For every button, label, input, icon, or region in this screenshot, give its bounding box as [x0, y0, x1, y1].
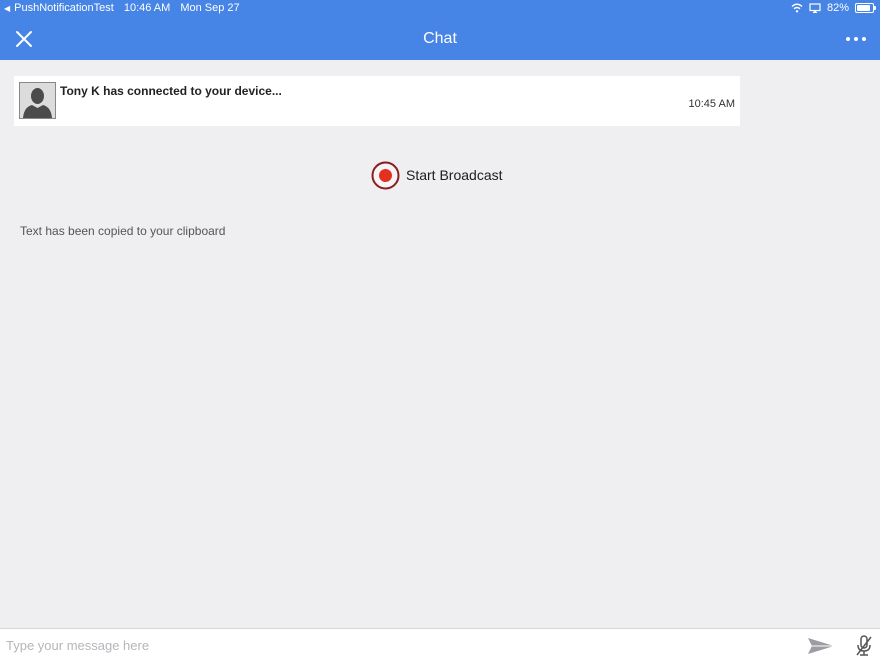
notice-timestamp: 10:45 AM	[688, 98, 735, 110]
status-time: 10:46 AM	[123, 2, 171, 14]
page-title: Chat	[423, 30, 457, 47]
back-arrow-icon[interactable]: ◀	[4, 4, 10, 13]
avatar-silhouette-icon	[19, 82, 56, 119]
status-date: Mon Sep 27	[180, 2, 240, 14]
battery-icon	[855, 3, 876, 13]
wifi-icon	[791, 3, 803, 13]
message-input[interactable]	[0, 629, 790, 661]
chat-screen: ◀ PushNotificationTest 10:46 AM Mon Sep …	[0, 0, 880, 661]
notice-text: Tony K has connected to your device...	[60, 84, 282, 98]
message-composer	[0, 628, 880, 661]
record-icon	[371, 161, 400, 189]
connection-notice: Tony K has connected to your device... 1…	[14, 76, 740, 126]
clipboard-message: Text has been copied to your clipboard	[20, 224, 226, 238]
more-icon[interactable]	[846, 32, 866, 46]
start-broadcast-label: Start Broadcast	[406, 167, 503, 183]
back-app-label[interactable]: PushNotificationTest	[14, 2, 114, 14]
status-left: ◀ PushNotificationTest 10:46 AM Mon Sep …	[4, 2, 240, 14]
screen-mirror-icon	[809, 3, 821, 13]
send-icon[interactable]	[806, 635, 836, 657]
status-right: 82%	[791, 2, 876, 14]
header-bar: ◀ PushNotificationTest 10:46 AM Mon Sep …	[0, 0, 880, 60]
status-bar: ◀ PushNotificationTest 10:46 AM Mon Sep …	[0, 0, 880, 16]
mic-off-icon[interactable]	[855, 635, 873, 657]
battery-percent: 82%	[826, 2, 849, 14]
start-broadcast-button[interactable]: Start Broadcast	[371, 160, 503, 190]
